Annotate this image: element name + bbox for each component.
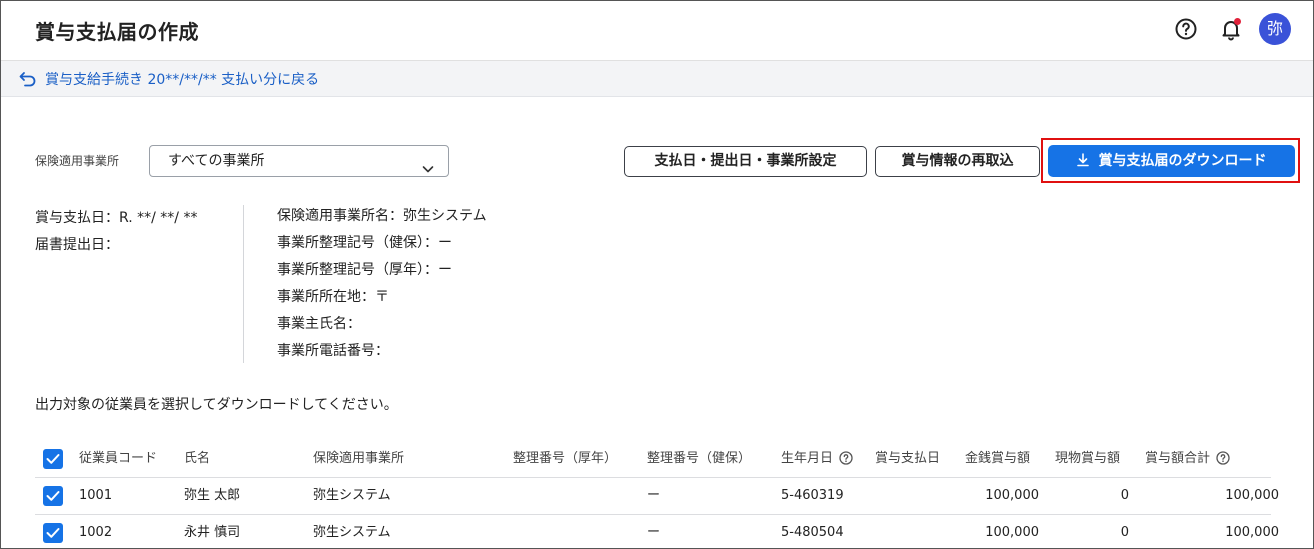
cell-code: 1001 [79,488,113,503]
settings-button[interactable]: 支払日・提出日・事業所設定 [624,146,867,177]
owner-name: 事業主氏名： [277,316,361,332]
check-icon [46,454,60,464]
col-birth-date[interactable]: 生年月日 [781,441,853,477]
help-circle-icon[interactable] [1174,17,1198,41]
app-window: 賞与支払届の作成 弥 賞与支給手続き 20**/**/** 支払い分に戻る 保険… [0,0,1314,549]
table-row[interactable]: 1001 弥生 太郎 弥生システム ー 5-460319 100,000 0 1… [35,478,1279,515]
pay-date: 賞与支払日：R. **/ **/ ** [35,210,198,226]
cell-office: 弥生システム [313,525,391,540]
cell-cash-bonus: 100,000 [985,488,1039,503]
cell-name: 永井 慎司 [184,525,241,540]
instruction-text: 出力対象の従業員を選択してダウンロードしてください。 [35,397,398,413]
cell-ref-health: ー [647,488,661,503]
back-link-label: 賞与支給手続き 20**/**/** 支払い分に戻る [45,72,320,88]
col-employee-code[interactable]: 従業員コード [79,441,157,477]
download-button-label: 賞与支払届のダウンロード [1098,153,1267,169]
return-arrow-icon [19,72,36,87]
col-total-bonus[interactable]: 賞与額合計 [1145,441,1230,477]
reimport-button[interactable]: 賞与情報の再取込 [875,146,1040,177]
chevron-down-icon [422,155,434,185]
page-title: 賞与支払届の作成 [35,20,199,44]
ref-code-pension: 事業所整理記号（厚年）：ー [277,262,452,278]
table-header: 従業員コード 氏名 保険適用事業所 整理番号（厚年） 整理番号（健保） 生年月日… [35,441,1271,478]
back-link[interactable]: 賞与支給手続き 20**/**/** 支払い分に戻る [19,69,319,89]
cell-ref-health: ー [647,525,661,540]
office-filter-label: 保険適用事業所 [35,154,120,168]
notification-dot [1234,18,1241,25]
cell-code: 1002 [79,525,113,540]
office-select[interactable]: すべての事業所 [149,145,449,177]
cell-birth-date: 5-480504 [781,525,844,540]
col-cash-bonus[interactable]: 金銭賞与額 [965,441,1030,477]
col-birth-date-label: 生年月日 [781,451,834,466]
office-select-value: すべての事業所 [168,153,265,169]
col-ref-health[interactable]: 整理番号（健保） [647,441,751,477]
download-icon [1076,153,1089,167]
select-all-checkbox[interactable] [43,449,63,469]
table-row[interactable]: 1002 永井 慎司 弥生システム ー 5-480504 100,000 0 1… [35,515,1279,548]
info-divider [243,205,244,363]
office-name: 保険適用事業所名：弥生システム [277,208,487,224]
check-icon [46,491,60,501]
cell-inkind-bonus: 0 [1120,488,1129,503]
office-phone: 事業所電話番号： [277,343,389,359]
cell-cash-bonus: 100,000 [985,525,1039,540]
page-header: 賞与支払届の作成 弥 [1,1,1313,61]
col-pay-date[interactable]: 賞与支払日 [875,441,940,477]
help-circle-icon[interactable] [839,451,853,465]
row-checkbox[interactable] [43,523,63,543]
cell-birth-date: 5-460319 [781,488,844,503]
ref-code-health: 事業所整理記号（健保）：ー [277,235,452,251]
help-circle-icon[interactable] [1216,451,1230,465]
cell-total-bonus: 100,000 [1225,488,1279,503]
submit-date: 届書提出日： [35,237,119,253]
col-inkind-bonus[interactable]: 現物賞与額 [1055,441,1120,477]
download-button[interactable]: 賞与支払届のダウンロード [1048,145,1295,177]
avatar[interactable]: 弥 [1259,13,1291,45]
col-name[interactable]: 氏名 [184,441,210,477]
bell-icon[interactable] [1219,17,1243,41]
col-ref-pension[interactable]: 整理番号（厚年） [513,441,617,477]
office-info: 保険適用事業所名：弥生システム 事業所整理記号（健保）：ー 事業所整理記号（厚年… [277,203,487,365]
row-checkbox[interactable] [43,486,63,506]
payment-info: 賞与支払日：R. **/ **/ ** 届書提出日： [35,205,197,259]
back-bar: 賞与支給手続き 20**/**/** 支払い分に戻る [1,61,1313,97]
check-icon [46,528,60,538]
cell-total-bonus: 100,000 [1225,525,1279,540]
cell-name: 弥生 太郎 [184,488,241,503]
col-office[interactable]: 保険適用事業所 [313,441,404,477]
office-address: 事業所所在地：〒 [277,289,389,305]
col-total-bonus-label: 賞与額合計 [1145,451,1211,466]
cell-inkind-bonus: 0 [1120,525,1129,540]
cell-office: 弥生システム [313,488,391,503]
